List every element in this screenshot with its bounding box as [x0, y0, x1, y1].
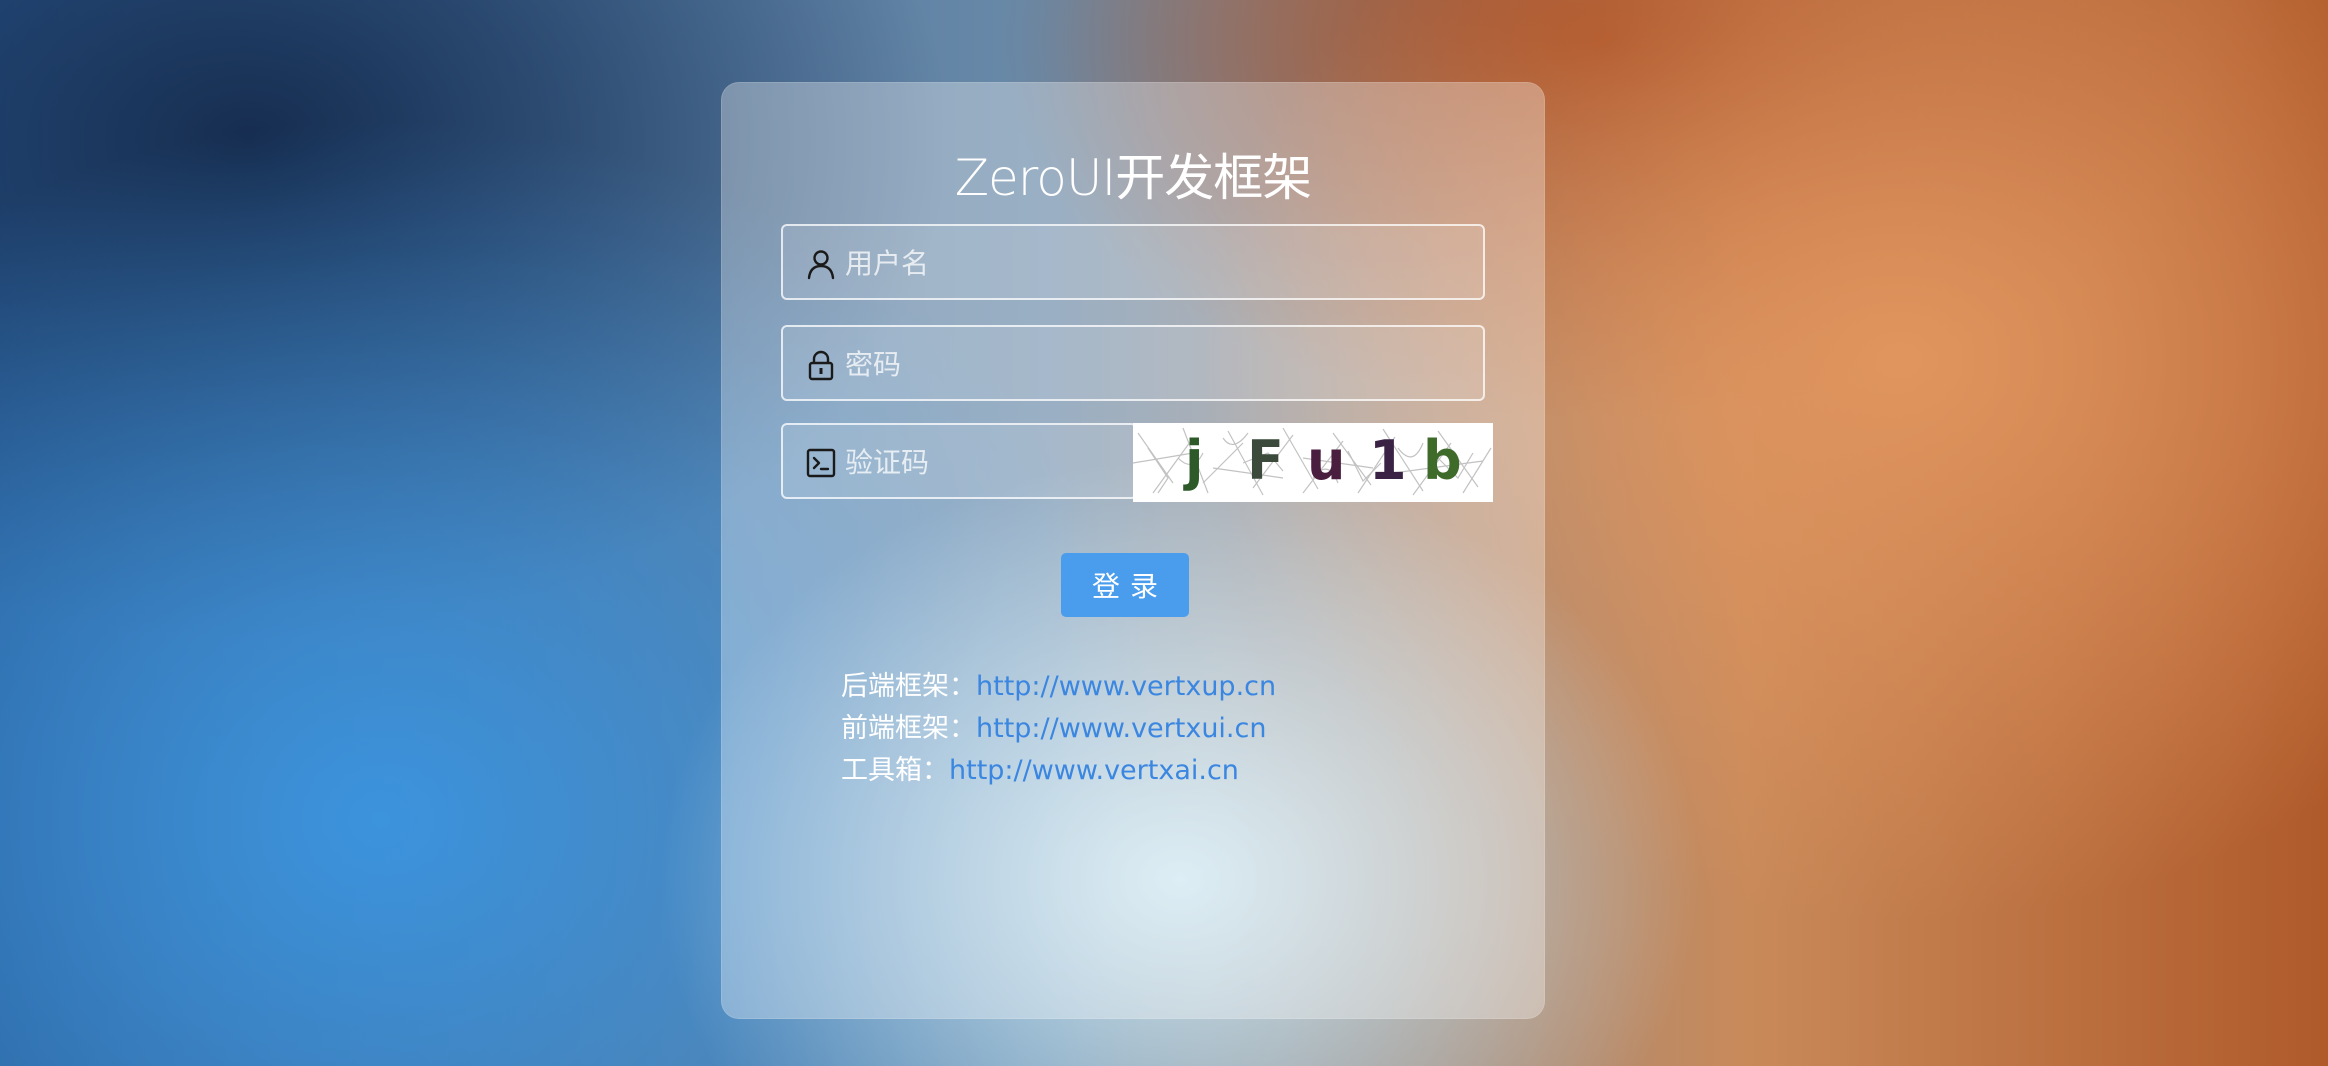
captcha-input[interactable]	[843, 425, 1127, 499]
page-title: ZeroUI开发框架	[954, 149, 1312, 207]
captcha-field[interactable]	[781, 423, 1137, 499]
login-button[interactable]: 登录	[1061, 553, 1189, 617]
frontend-link[interactable]: http://www.vertxui.cn	[976, 713, 1266, 744]
backend-link[interactable]: http://www.vertxup.cn	[976, 671, 1276, 702]
link-row-backend: 后端框架：http://www.vertxup.cn	[841, 666, 1276, 708]
captcha-image[interactable]: j F u 1 b	[1133, 423, 1493, 502]
username-field[interactable]	[781, 224, 1485, 300]
framework-links: 后端框架：http://www.vertxup.cn 前端框架：http://w…	[841, 666, 1276, 792]
login-card: ZeroUI开发框架 用户名 验证码 j F u 1 b 登录 后端框架：htt…	[721, 82, 1545, 1019]
captcha-char: b	[1423, 429, 1462, 492]
username-input[interactable]	[843, 226, 1467, 300]
link-row-toolbox: 工具箱：http://www.vertxai.cn	[841, 750, 1276, 792]
link-label: 前端框架：	[841, 713, 976, 744]
link-label: 后端框架：	[841, 671, 976, 702]
captcha-char: F	[1247, 429, 1284, 492]
link-row-frontend: 前端框架：http://www.vertxui.cn	[841, 708, 1276, 750]
terminal-icon	[806, 448, 836, 478]
lock-icon	[808, 350, 834, 381]
captcha-char: 1	[1369, 429, 1407, 492]
user-icon	[807, 250, 835, 280]
captcha-char: u	[1307, 429, 1345, 492]
password-field[interactable]	[781, 325, 1485, 401]
toolbox-link[interactable]: http://www.vertxai.cn	[949, 755, 1239, 786]
captcha-char: j	[1183, 429, 1204, 492]
link-label: 工具箱：	[841, 755, 949, 786]
password-input[interactable]	[843, 327, 1467, 401]
